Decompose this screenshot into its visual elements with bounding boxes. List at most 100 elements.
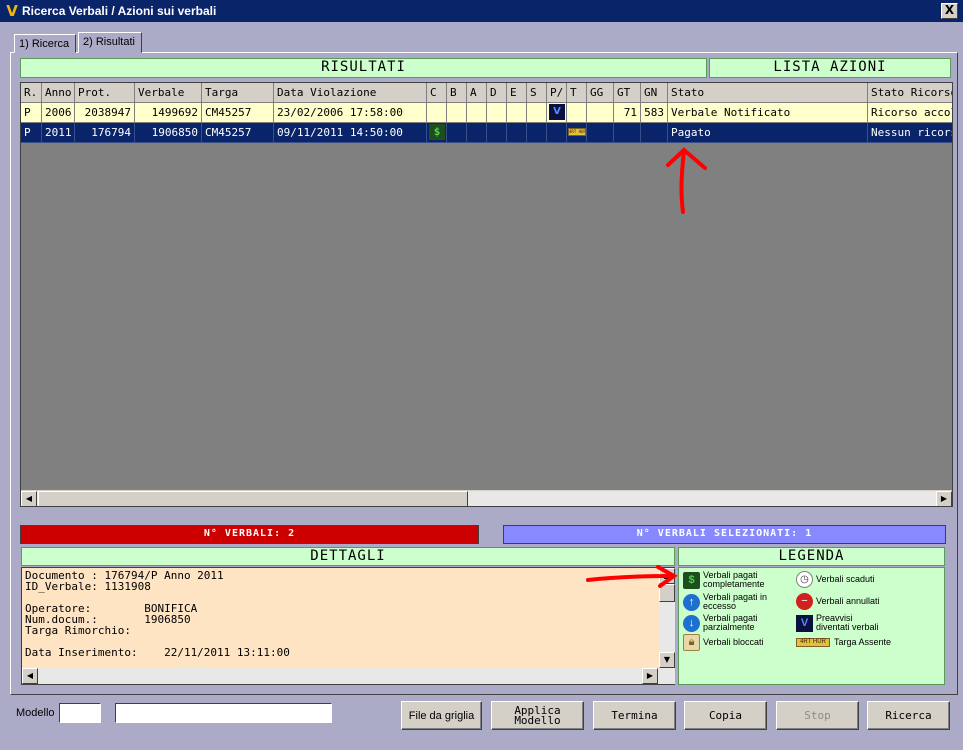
applica-modello-button[interactable]: Applica Modello: [491, 701, 584, 730]
risultati-header: RISULTATI: [20, 58, 707, 78]
modello-code-input[interactable]: [59, 703, 101, 723]
details-line: ID_Verbale: 1131908: [25, 580, 151, 593]
modello-label: Modello: [16, 707, 55, 719]
column-header-gt[interactable]: GT: [614, 83, 641, 103]
v-icon: V: [549, 104, 565, 120]
column-header-stato-ricorso[interactable]: Stato Ricorso: [868, 83, 952, 103]
column-header-gg[interactable]: GG: [587, 83, 614, 103]
verbali-count: N° VERBALI: 2: [20, 525, 479, 544]
cell-prot: 2038947: [75, 103, 135, 123]
plate-icon: 4RT HUR: [796, 638, 830, 647]
legend-panel: Verbali pagati completamente ↑ Verbali p…: [678, 567, 945, 685]
title-bar: V Ricerca Verbali / Azioni sui verbali X: [0, 0, 963, 22]
paid-icon: $: [429, 124, 445, 140]
scroll-right-icon[interactable]: ▶: [936, 491, 952, 506]
overpaid-icon: ↑: [683, 593, 700, 611]
tab-ricerca[interactable]: 1) Ricerca: [14, 34, 76, 53]
cell-c: $: [427, 123, 447, 143]
stop-button[interactable]: Stop: [776, 701, 859, 730]
window-title: Ricerca Verbali / Azioni sui verbali: [22, 4, 217, 18]
cell-verbale: 1906850: [135, 123, 202, 143]
termina-button[interactable]: Termina: [593, 701, 676, 730]
modello-label: Modello: [514, 713, 561, 727]
scroll-left-icon[interactable]: ◀: [22, 668, 38, 684]
legend-item: 4RT HUR Targa Assente: [796, 638, 891, 647]
cell-p: [547, 123, 567, 143]
details-text[interactable]: Documento : 176794/P Anno 2011 ID_Verbal…: [22, 568, 659, 668]
legend-item: V Preavvisi diventati verbali: [796, 614, 886, 632]
legend-item: 🔒︎ Verbali bloccati: [683, 634, 764, 651]
cell-p: V: [547, 103, 567, 123]
column-header-s[interactable]: S: [527, 83, 547, 103]
column-header-a[interactable]: A: [467, 83, 487, 103]
details-panel[interactable]: Documento : 176794/P Anno 2011 ID_Verbal…: [21, 567, 675, 685]
cell-stato: Verbale Notificato: [668, 103, 868, 123]
legend-label: Verbali pagati in eccesso: [703, 592, 768, 611]
column-header-b[interactable]: B: [447, 83, 467, 103]
column-header-stato[interactable]: Stato: [668, 83, 868, 103]
scroll-thumb[interactable]: [38, 491, 468, 506]
results-grid[interactable]: R. Anno Prot. Verbale Targa Data Violazi…: [20, 82, 953, 507]
column-header-r[interactable]: R.: [21, 83, 42, 103]
cell-a: [467, 103, 487, 123]
legend-item: ↑ Verbali pagati in eccesso: [683, 593, 777, 611]
scroll-left-icon[interactable]: ◀: [21, 491, 37, 506]
cell-t: 4RT HUR: [567, 123, 587, 143]
column-header-e[interactable]: E: [507, 83, 527, 103]
copia-button[interactable]: Copia: [684, 701, 767, 730]
column-header-prot[interactable]: Prot.: [75, 83, 135, 103]
legend-item: − Verbali annullati: [796, 593, 880, 610]
file-da-griglia-button[interactable]: File da griglia: [401, 701, 482, 730]
cell-s: [527, 103, 547, 123]
cell-gt: [614, 123, 641, 143]
tab-risultati[interactable]: 2) Risultati: [78, 32, 142, 53]
cell-verbale: 1499692: [135, 103, 202, 123]
cell-s: [527, 123, 547, 143]
column-header-anno[interactable]: Anno: [42, 83, 75, 103]
cell-r: P: [21, 123, 42, 143]
column-header-gn[interactable]: GN: [641, 83, 668, 103]
cell-prot: 176794: [75, 123, 135, 143]
details-vertical-scrollbar[interactable]: ▲ ▼: [659, 568, 675, 668]
modello-name-input[interactable]: [115, 703, 332, 723]
cell-b: [447, 123, 467, 143]
close-button[interactable]: X: [941, 3, 958, 19]
scroll-up-icon[interactable]: ▲: [659, 568, 675, 584]
column-header-d[interactable]: D: [487, 83, 507, 103]
cell-gg: [587, 103, 614, 123]
column-header-t[interactable]: T: [567, 83, 587, 103]
grid-horizontal-scrollbar[interactable]: ◀ ▶: [21, 490, 952, 506]
cell-r: P: [21, 103, 42, 123]
cell-e: [507, 103, 527, 123]
ricerca-button[interactable]: Ricerca: [867, 701, 950, 730]
cell-d: [487, 123, 507, 143]
legend-label: Preavvisi diventati verbali: [816, 613, 879, 632]
lock-icon: 🔒︎: [683, 634, 700, 651]
scroll-right-icon[interactable]: ▶: [642, 668, 658, 684]
scroll-thumb[interactable]: [659, 584, 675, 602]
cell-d: [487, 103, 507, 123]
cell-e: [507, 123, 527, 143]
column-header-verbale[interactable]: Verbale: [135, 83, 202, 103]
cell-t: [567, 103, 587, 123]
details-horizontal-scrollbar[interactable]: ◀ ▶: [22, 668, 675, 684]
column-header-targa[interactable]: Targa: [202, 83, 274, 103]
cell-anno: 2006: [42, 103, 75, 123]
legend-item: ↓ Verbali pagati parzialmente: [683, 614, 777, 632]
clock-icon: ◷: [796, 571, 813, 588]
partial-paid-icon: ↓: [683, 614, 700, 632]
legend-label: Verbali annullati: [816, 596, 880, 606]
details-line: Data Inserimento: 22/11/2011 13:11:00: [25, 646, 290, 659]
cell-b: [447, 103, 467, 123]
column-header-data-violazione[interactable]: Data Violazione: [274, 83, 427, 103]
table-row-selected[interactable]: P 2011 176794 1906850 CM45257 09/11/2011…: [21, 123, 952, 143]
dettagli-header: DETTAGLI: [21, 547, 675, 566]
lista-azioni-header[interactable]: LISTA AZIONI: [709, 58, 951, 78]
cell-data: 23/02/2006 17:58:00: [274, 103, 427, 123]
column-header-p[interactable]: P/: [547, 83, 567, 103]
scroll-down-icon[interactable]: ▼: [659, 652, 675, 668]
table-row[interactable]: P 2006 2038947 1499692 CM45257 23/02/200…: [21, 103, 952, 123]
cell-gg: [587, 123, 614, 143]
cell-gt: 71: [614, 103, 641, 123]
column-header-c[interactable]: C: [427, 83, 447, 103]
